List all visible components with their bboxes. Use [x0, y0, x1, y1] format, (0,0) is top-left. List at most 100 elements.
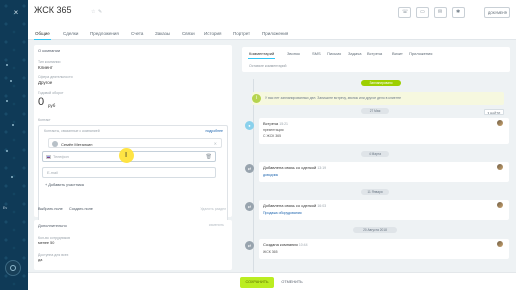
footer-bar: СОХРАНИТЬ ОТМЕНИТЬ — [28, 272, 516, 290]
feed-tab-email[interactable]: Письмо — [327, 51, 341, 56]
sidebar-pattern — [0, 0, 28, 290]
avatar — [497, 241, 503, 247]
panel-header: ЖСК 365 ☆ ✎ ☏ ▭ ✉ ✱ ДОКУМЕНТ ▾ — [28, 0, 516, 26]
cancel-button[interactable]: ОТМЕНИТЬ — [280, 277, 304, 288]
tab-links[interactable]: Связи — [182, 31, 195, 36]
save-button[interactable]: СОХРАНИТЬ — [240, 277, 274, 288]
available-value[interactable]: да — [38, 258, 42, 262]
event-title: Создана компания 10:44 — [263, 242, 308, 247]
planned-text: У вас нет запланированных дел. Запишите … — [265, 96, 401, 100]
document-label: ДОКУМЕНТ — [488, 11, 507, 15]
mail-icon: ✉ — [438, 9, 443, 15]
date-separator: 27 Мая — [361, 108, 389, 114]
additional-heading: Дополнительно — [38, 223, 67, 228]
star-icon[interactable]: ☆ — [91, 9, 95, 15]
company-type-value[interactable]: Клиент — [38, 65, 53, 70]
activity-value[interactable]: Другое — [38, 80, 52, 85]
revenue-value[interactable]: 0 — [38, 97, 44, 108]
feed-tab-comment[interactable]: Комментарий — [247, 51, 276, 59]
settings-button[interactable]: ✱ — [452, 7, 465, 18]
contact-row[interactable]: Семён Металкин ✕ — [48, 138, 222, 148]
tab-orders[interactable]: Заказы — [155, 31, 170, 36]
edit-link[interactable]: изменить — [209, 223, 224, 227]
event-title-text: Создана компания — [263, 242, 298, 247]
contact-name[interactable]: Семён Металкин — [61, 142, 92, 147]
timeline-line — [253, 79, 254, 290]
mouse-cursor-highlight — [119, 148, 134, 163]
sidebar-label[interactable]: Ev — [3, 206, 7, 210]
message-button[interactable]: ▭ — [416, 7, 429, 18]
entity-panel: ЖСК 365 ☆ ✎ ☏ ▭ ✉ ✱ ДОКУМЕНТ ▾ Общие Сде… — [28, 0, 516, 290]
comment-input[interactable]: Оставьте комментарий — [249, 64, 286, 68]
activity-label: Сфера деятельности — [38, 75, 73, 79]
document-button[interactable]: ДОКУМЕНТ ▾ — [484, 7, 510, 18]
date-separator: 20 Августа 2018 — [353, 227, 397, 233]
company-icon: ⇄ — [245, 241, 254, 250]
about-heading: О компании — [38, 48, 61, 53]
event-title-text: Встреча — [263, 121, 279, 126]
meeting-icon: ● — [245, 121, 254, 130]
feed-tab-visit[interactable]: Визит — [392, 51, 403, 56]
event-body-2: С ЖСК 365 — [263, 134, 282, 138]
delete-section-link[interactable]: Удалить раздел — [200, 207, 226, 211]
event-title: Добавлена связь со сделкой 16:03 — [263, 203, 326, 208]
event-time: 15:21 — [279, 122, 289, 126]
event-title-text: Добавлена связь со сделкой — [263, 165, 317, 170]
avatar — [52, 141, 58, 147]
phone-placeholder: Телефон — [53, 155, 69, 159]
additional-card: Дополнительно изменить Кол-во сотруднико… — [34, 220, 232, 270]
close-icon[interactable]: × — [11, 8, 21, 18]
tab-general[interactable]: Общие — [34, 31, 51, 40]
tab-apps[interactable]: Приложения — [262, 31, 288, 36]
employees-value[interactable]: менее 50 — [38, 241, 54, 245]
main-tabs: Общие Сделки Предложения Счета Заказы Св… — [28, 26, 516, 40]
rail-dot-3 — [6, 100, 8, 102]
create-field-link[interactable]: Создать поле — [69, 207, 93, 211]
contact-section-label: Контакт — [38, 118, 51, 122]
tab-invoices[interactable]: Счета — [131, 31, 143, 36]
event-time: 10:44 — [298, 243, 308, 247]
event-deal-link: Добавлена связь со сделкой 13:19 доводчи… — [259, 162, 509, 182]
event-time: 13:19 — [317, 166, 327, 170]
info-icon: i — [252, 94, 261, 103]
chat-icon: ▭ — [420, 9, 425, 15]
tab-portrait[interactable]: Портрет — [233, 31, 250, 36]
settings-icon — [10, 265, 16, 271]
page-title: ЖСК 365 — [34, 5, 72, 15]
filter-button[interactable]: ▾ НАЙТИ — [484, 109, 504, 115]
rail-dot-6 — [11, 176, 13, 178]
feed-tab-meeting[interactable]: Встреча — [367, 51, 382, 56]
select-field-link[interactable]: Выбрать поле — [38, 207, 63, 211]
feed-tab-apps[interactable]: Приложения — [409, 51, 432, 56]
feed-tab-sms[interactable]: SMS — [312, 51, 321, 56]
remove-icon[interactable]: ✕ — [214, 141, 217, 146]
rail-settings-button[interactable] — [5, 260, 21, 276]
trash-icon[interactable]: 🗑 — [206, 154, 212, 160]
mail-button[interactable]: ✉ — [434, 7, 447, 18]
tab-deals[interactable]: Сделки — [63, 31, 78, 36]
event-title: Встреча 15:21 — [263, 121, 288, 126]
feed-tab-task[interactable]: Задача — [348, 51, 361, 56]
contact-hint: Контакты, связанные с компанией — [44, 129, 100, 133]
feed-tab-call[interactable]: Звонок — [287, 51, 300, 56]
call-button[interactable]: ☏ — [398, 7, 411, 18]
email-field[interactable]: E-mail — [42, 167, 216, 178]
add-participant-link[interactable]: + Добавить участника — [45, 183, 84, 187]
event-title: Добавлена связь со сделкой 13:19 — [263, 165, 326, 170]
event-link[interactable]: доводчик — [263, 173, 278, 177]
tab-quotes[interactable]: Предложения — [90, 31, 119, 36]
event-deal-link: Добавлена связь со сделкой 16:03 Продажа… — [259, 200, 509, 220]
about-company-card: О компании Тип компании Клиент Сфера дея… — [34, 45, 232, 227]
contact-badge[interactable]: подробнее — [205, 129, 223, 133]
date-separator: 4 Марта — [361, 151, 389, 157]
flag-icon[interactable] — [46, 155, 51, 159]
tab-history[interactable]: История — [204, 31, 221, 36]
left-sidebar: × Ev — [0, 0, 28, 290]
link-icon: ⇄ — [245, 202, 254, 211]
avatar — [497, 202, 503, 208]
event-meeting: Встреча 15:21 презентация С ЖСК 365 — [259, 118, 509, 144]
employees-label: Кол-во сотрудников — [38, 236, 70, 240]
event-link[interactable]: Продажа оборудования — [263, 211, 302, 215]
edit-icon[interactable]: ✎ — [98, 9, 102, 15]
email-placeholder: E-mail — [47, 171, 58, 175]
